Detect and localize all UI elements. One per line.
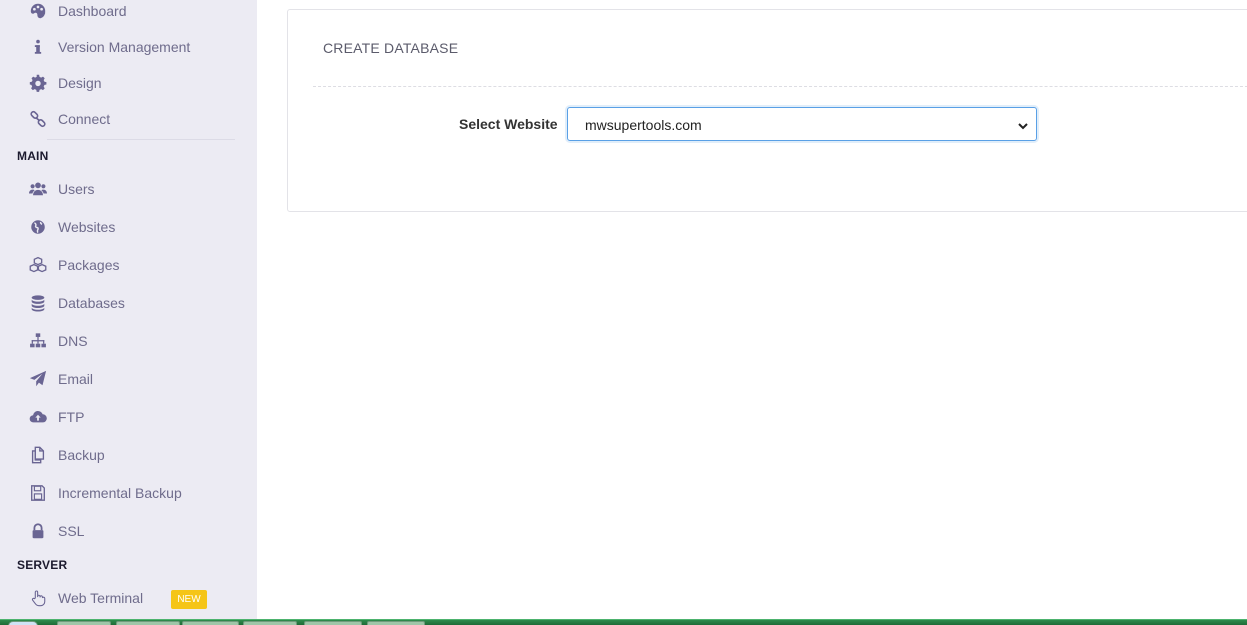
sidebar-item-label: Connect — [58, 111, 111, 127]
sidebar-item-label: Packages — [58, 257, 120, 273]
taskbar-button[interactable] — [57, 621, 111, 625]
sidebar: Dashboard Version Management Design Conn… — [0, 0, 257, 619]
sidebar-item-ftp[interactable]: FTP — [0, 402, 257, 432]
website-select[interactable]: mwsupertools.com — [567, 107, 1037, 141]
sidebar-item-web-terminal[interactable]: Web Terminal — [0, 583, 257, 613]
link-icon — [27, 108, 49, 130]
globe-icon — [27, 216, 49, 238]
sidebar-item-databases[interactable]: Databases — [0, 288, 257, 318]
panel-divider — [313, 86, 1247, 87]
sidebar-item-version-management[interactable]: Version Management — [0, 32, 257, 62]
database-icon — [27, 292, 49, 314]
taskbar-button[interactable] — [182, 621, 239, 625]
cloud-upload-icon — [27, 406, 49, 428]
sidebar-item-label: FTP — [58, 409, 85, 425]
sidebar-item-label: Dashboard — [58, 3, 127, 19]
new-badge: NEW — [171, 590, 207, 609]
sidebar-item-label: Email — [58, 371, 94, 387]
copy-icon — [27, 444, 49, 466]
sidebar-item-label: DNS — [58, 333, 88, 349]
section-title-server: SERVER — [17, 558, 68, 572]
sidebar-item-dns[interactable]: DNS — [0, 326, 257, 356]
sidebar-item-packages[interactable]: Packages — [0, 250, 257, 280]
gear-icon — [27, 72, 49, 94]
sidebar-item-connect[interactable]: Connect — [0, 104, 257, 134]
sidebar-item-label: Websites — [58, 219, 116, 235]
taskbar-button[interactable] — [116, 621, 180, 625]
sidebar-item-label: Design — [58, 75, 102, 91]
sidebar-item-ssl[interactable]: SSL — [0, 516, 257, 546]
users-icon — [27, 178, 49, 200]
taskbar-button[interactable] — [243, 621, 297, 625]
hand-pointer-icon — [27, 587, 49, 609]
chevron-down-icon — [1017, 119, 1029, 131]
sidebar-divider — [47, 139, 235, 140]
cubes-icon — [27, 254, 49, 276]
sidebar-item-label: Databases — [58, 295, 125, 311]
sidebar-item-incremental-backup[interactable]: Incremental Backup — [0, 478, 257, 508]
select-website-label: Select Website — [459, 116, 558, 132]
sidebar-item-design[interactable]: Design — [0, 68, 257, 98]
taskbar-button[interactable] — [304, 621, 362, 625]
start-button[interactable] — [8, 621, 38, 625]
sitemap-icon — [27, 330, 49, 352]
lock-icon — [27, 520, 49, 542]
website-select-value: mwsupertools.com — [585, 117, 702, 133]
sidebar-item-dashboard[interactable]: Dashboard — [0, 0, 257, 26]
paper-plane-icon — [27, 368, 49, 390]
create-database-panel: CREATE DATABASE Select Website mwsuperto… — [287, 9, 1247, 212]
floppy-disk-icon — [27, 482, 49, 504]
sidebar-item-label: Web Terminal — [58, 590, 144, 606]
sidebar-item-email[interactable]: Email — [0, 364, 257, 394]
sidebar-item-websites[interactable]: Websites — [0, 212, 257, 242]
taskbar — [0, 619, 1247, 625]
sidebar-item-label: SSL — [58, 523, 85, 539]
page-title: CREATE DATABASE — [323, 40, 459, 56]
sidebar-item-backup[interactable]: Backup — [0, 440, 257, 470]
sidebar-item-label: Incremental Backup — [58, 485, 182, 501]
taskbar-button[interactable] — [367, 621, 425, 625]
sidebar-item-label: Users — [58, 181, 95, 197]
palette-icon — [27, 0, 49, 22]
sidebar-item-label: Backup — [58, 447, 105, 463]
info-icon — [27, 36, 49, 58]
sidebar-item-label: Version Management — [58, 39, 191, 55]
section-title-main: MAIN — [17, 149, 49, 163]
sidebar-item-users[interactable]: Users — [0, 174, 257, 204]
